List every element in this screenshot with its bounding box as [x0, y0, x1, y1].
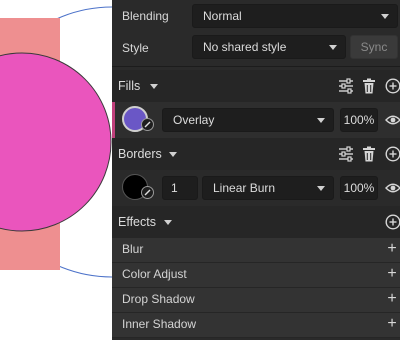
fill-row: Overlay 100%	[112, 102, 400, 138]
effects-header: Effects	[112, 206, 400, 238]
effect-row-inner-shadow[interactable]: Inner Shadow +	[112, 313, 400, 338]
shared-style-select[interactable]: No shared style	[192, 35, 346, 59]
effects-title: Effects	[118, 215, 156, 229]
add-effect-plus-icon[interactable]: +	[386, 240, 398, 258]
fill-active-indicator	[112, 102, 115, 138]
add-effect-plus-icon[interactable]: +	[386, 265, 398, 283]
blending-value: Normal	[203, 9, 242, 23]
fills-header: Fills	[112, 70, 400, 102]
plus-circle-icon[interactable]	[385, 78, 400, 97]
effect-row-color-adjust[interactable]: Color Adjust +	[112, 263, 400, 288]
fill-blend-select[interactable]: Overlay	[162, 108, 334, 132]
eye-icon[interactable]	[385, 114, 400, 129]
sliders-icon[interactable]	[338, 78, 354, 97]
trash-icon[interactable]	[362, 78, 376, 97]
blending-select[interactable]: Normal	[192, 4, 398, 28]
divider	[112, 66, 400, 67]
border-blend-select[interactable]: Linear Burn	[202, 176, 334, 200]
add-effect-plus-icon[interactable]: +	[386, 290, 398, 308]
border-thickness-field[interactable]: 1	[162, 176, 198, 200]
trash-icon[interactable]	[362, 146, 376, 165]
chevron-down-icon	[329, 45, 337, 50]
pink-circle-shape	[0, 52, 112, 232]
canvas[interactable]	[0, 0, 112, 340]
add-effect-plus-icon[interactable]: +	[386, 315, 398, 333]
style-label: Style	[122, 41, 149, 55]
effects-collapse-chevron-icon[interactable]	[164, 220, 172, 225]
effect-row-drop-shadow[interactable]: Drop Shadow +	[112, 288, 400, 313]
chevron-down-icon	[317, 118, 325, 123]
chevron-down-icon	[381, 14, 389, 19]
eyedropper-icon[interactable]	[141, 186, 154, 199]
fill-opacity-field[interactable]: 100%	[340, 108, 378, 132]
fill-blend-value: Overlay	[173, 113, 215, 127]
border-opacity-field[interactable]: 100%	[340, 176, 378, 200]
sliders-icon[interactable]	[338, 146, 354, 165]
eyedropper-icon[interactable]	[141, 118, 154, 131]
border-row: 1 Linear Burn 100%	[112, 170, 400, 206]
inspector-panel: Blending Normal Style No shared style Sy…	[112, 0, 400, 340]
borders-collapse-chevron-icon[interactable]	[169, 152, 177, 157]
borders-header: Borders	[112, 138, 400, 170]
shared-style-value: No shared style	[203, 40, 287, 54]
plus-circle-icon[interactable]	[385, 146, 400, 165]
effect-label: Inner Shadow	[122, 317, 197, 331]
plus-circle-icon[interactable]	[385, 214, 400, 233]
effect-label: Blur	[122, 242, 144, 256]
border-blend-value: Linear Burn	[213, 181, 276, 195]
blending-label: Blending	[122, 9, 169, 23]
effect-row-blur[interactable]: Blur +	[112, 238, 400, 263]
eye-icon[interactable]	[385, 182, 400, 197]
chevron-down-icon	[317, 186, 325, 191]
effect-label: Color Adjust	[122, 267, 187, 281]
effect-label: Drop Shadow	[122, 292, 195, 306]
canvas-artwork	[0, 6, 112, 278]
fills-collapse-chevron-icon[interactable]	[150, 84, 158, 89]
sync-button[interactable]: Sync	[350, 35, 398, 59]
fills-title: Fills	[118, 79, 141, 93]
borders-title: Borders	[118, 147, 162, 161]
